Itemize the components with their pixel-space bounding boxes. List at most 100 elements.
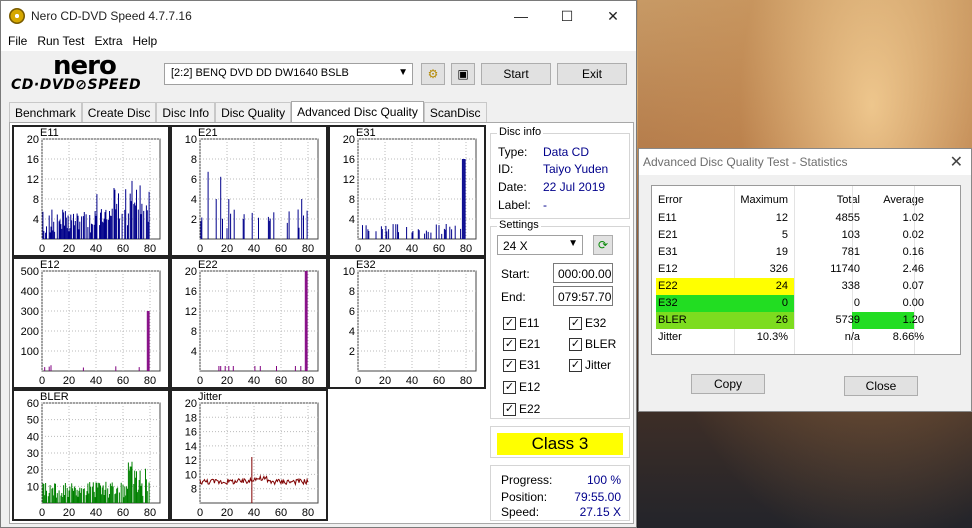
x-tick-label: 80 xyxy=(302,243,314,255)
chart-plot: 201612840 20 40 60 80 xyxy=(185,266,319,387)
checkbox-e11[interactable]: ✓ E11 xyxy=(503,316,539,330)
x-tick-label: 20 xyxy=(63,375,75,387)
x-tick-label: 60 xyxy=(275,375,287,387)
cell-name: E22 xyxy=(658,280,678,292)
cell-max: 5 xyxy=(781,229,788,241)
cell-name: E21 xyxy=(658,229,678,241)
chart-plot: 1086420 20 40 60 80 xyxy=(185,134,319,255)
progress-group: Progress: 100 % Position: 79:55.00 Speed… xyxy=(490,465,630,521)
table-row: E11 12 4855 1.02 xyxy=(656,210,956,227)
y-tick-label: 8 xyxy=(349,286,355,298)
x-tick-label: 0 xyxy=(197,507,203,519)
checkbox-e31[interactable]: ✓ E31 xyxy=(503,358,540,372)
checkbox-e21[interactable]: ✓ E21 xyxy=(503,337,540,351)
position-label: Position: xyxy=(501,490,548,504)
x-tick-label: 20 xyxy=(221,243,233,255)
cell-avg: 0.02 xyxy=(902,229,924,241)
date-value: 22 Jul 2019 xyxy=(543,180,606,194)
end-label: End: xyxy=(501,290,526,304)
x-tick-label: 0 xyxy=(197,375,203,387)
speed-select[interactable]: 24 X ▼ xyxy=(497,235,583,255)
cell-avg: 2.46 xyxy=(902,263,924,275)
menu-extra[interactable]: Extra xyxy=(89,34,127,48)
x-tick-label: 0 xyxy=(39,375,45,387)
cell-name: E31 xyxy=(658,246,678,258)
x-tick-label: 20 xyxy=(63,507,75,519)
menu-run-test[interactable]: Run Test xyxy=(32,34,89,48)
jitter-series-line xyxy=(199,474,309,487)
exit-button[interactable]: Exit xyxy=(557,63,627,85)
tab-create-disc[interactable]: Create Disc xyxy=(81,102,157,123)
x-tick-label: 80 xyxy=(144,375,156,387)
copy-button[interactable]: Copy xyxy=(691,374,765,394)
start-time-input[interactable]: 000:00.00 xyxy=(553,263,613,283)
y-tick-label: 10 xyxy=(185,469,197,481)
y-tick-label: 4 xyxy=(33,214,39,226)
y-tick-label: 14 xyxy=(185,441,197,453)
y-tick-label: 20 xyxy=(343,134,355,146)
chart-e31: 20 16 12 8 4 0 20 40 60 80 E31 xyxy=(328,125,486,257)
checkbox-e32[interactable]: ✓ E32 xyxy=(569,316,606,330)
chart-plot: 201612840 20 40 60 80 xyxy=(343,134,477,255)
checkbox-bler[interactable]: ✓ BLER xyxy=(569,337,616,351)
close-icon[interactable]: ✕ xyxy=(950,152,963,172)
type-value: Data CD xyxy=(543,145,590,159)
tab-disc-quality[interactable]: Disc Quality xyxy=(215,102,292,123)
checkbox-jitter[interactable]: ✓ Jitter xyxy=(569,358,611,372)
x-tick-label: 20 xyxy=(379,375,391,387)
x-tick-label: 40 xyxy=(248,375,260,387)
x-tick-label: 0 xyxy=(197,243,203,255)
y-tick-label: 4 xyxy=(191,194,197,206)
chart-jitter: 20 18 16 14 12 10 8 0 20 40 60 80 Jitter xyxy=(170,389,328,521)
minimize-button[interactable]: — xyxy=(498,1,544,31)
y-tick-label: 100 xyxy=(21,346,39,358)
save-button[interactable]: ▣ xyxy=(451,63,475,85)
drive-config-button[interactable]: ⚙ xyxy=(421,63,445,85)
menu-bar: File Run Test Extra Help xyxy=(1,31,636,51)
cell-avg: 0.07 xyxy=(902,280,924,292)
floppy-disk-icon: ▣ xyxy=(457,67,469,81)
maximize-button[interactable]: ☐ xyxy=(544,1,590,31)
close-button[interactable]: ✕ xyxy=(590,1,636,31)
y-tick-label: 300 xyxy=(21,306,39,318)
refresh-icon: ⟳ xyxy=(597,238,609,252)
close-button-dialog[interactable]: Close xyxy=(844,376,918,396)
cell-name: BLER xyxy=(658,314,687,326)
menu-help[interactable]: Help xyxy=(128,34,163,48)
toolbar: nero CD·DVD⊘SPEED [2:2] BENQ DVD DD DW16… xyxy=(1,51,636,99)
menu-file[interactable]: File xyxy=(3,34,32,48)
y-tick-label: 6 xyxy=(191,174,197,186)
refresh-button[interactable]: ⟳ xyxy=(593,235,613,255)
table-row: BLER 26 5739 1.20 xyxy=(656,312,956,329)
cell-avg: 0.16 xyxy=(902,246,924,258)
speed-value: 27.15 X xyxy=(579,505,621,519)
x-tick-label: 0 xyxy=(355,243,361,255)
id-value: Taiyo Yuden xyxy=(543,162,609,176)
chart-e12: 500 400 300 200 100 0 20 40 60 80 E12 xyxy=(12,257,170,389)
end-time-input[interactable]: 079:57.70 xyxy=(553,286,613,306)
tab-disc-info[interactable]: Disc Info xyxy=(156,102,216,123)
progress-value: 100 % xyxy=(586,473,621,487)
chevron-down-icon: ▼ xyxy=(568,238,578,249)
checkbox-e22[interactable]: ✓ E22 xyxy=(503,402,540,416)
chart-e21: 10 8 6 4 2 0 20 40 60 80 E21 xyxy=(170,125,328,257)
x-tick-label: 20 xyxy=(63,243,75,255)
x-tick-label: 60 xyxy=(433,243,445,255)
x-tick-label: 80 xyxy=(144,243,156,255)
checkbox-e12[interactable]: ✓ E12 xyxy=(503,380,540,394)
y-tick-label: 8 xyxy=(191,154,197,166)
tab-benchmark[interactable]: Benchmark xyxy=(9,102,82,123)
tab-advanced-disc-quality[interactable]: Advanced Disc Quality xyxy=(291,101,424,123)
chevron-down-icon: ▼ xyxy=(398,67,408,78)
id-label: ID: xyxy=(498,162,514,176)
cell-name: E12 xyxy=(658,263,678,275)
title-bar: Nero CD-DVD Speed 4.7.7.16 — ☐ ✕ xyxy=(1,1,636,31)
tab-scandisc[interactable]: ScanDisc xyxy=(423,102,487,123)
x-tick-label: 80 xyxy=(302,375,314,387)
drive-select[interactable]: [2:2] BENQ DVD DD DW1640 BSLB ▼ xyxy=(164,63,413,85)
position-value: 79:55.00 xyxy=(574,490,621,504)
start-button[interactable]: Start xyxy=(481,63,551,85)
y-tick-label: 8 xyxy=(349,194,355,206)
chart-e22: 20 16 12 8 4 0 20 40 60 80 E22 xyxy=(170,257,328,389)
y-tick-label: 10 xyxy=(27,481,39,493)
